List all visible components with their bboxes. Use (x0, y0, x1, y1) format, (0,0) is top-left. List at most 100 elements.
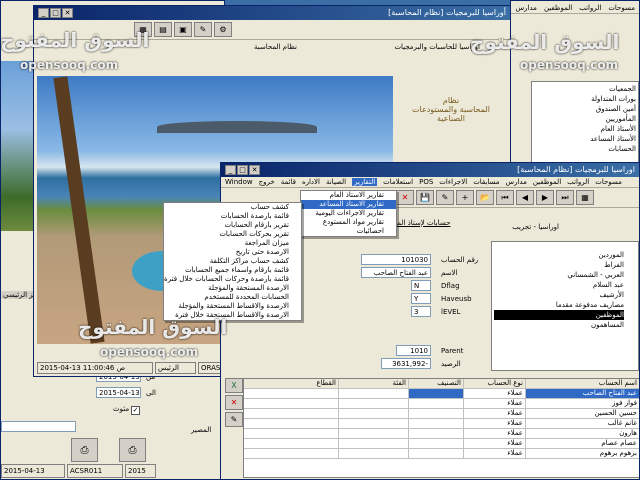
parent-field[interactable]: 1010 (396, 345, 431, 356)
minimize-icon[interactable]: _ (38, 8, 49, 18)
account-name-cell[interactable]: غانم غالب (526, 419, 639, 428)
account-type-cell[interactable]: عملاء (464, 389, 526, 398)
classification-cell[interactable] (409, 389, 464, 398)
account-number-field[interactable]: 101030 (361, 254, 431, 265)
menu-item[interactable]: مدارس (516, 4, 537, 12)
account-name-cell[interactable]: هارون (526, 429, 639, 438)
prev-icon[interactable]: ◀ (516, 190, 534, 205)
edit-row-icon[interactable]: ✎ (225, 412, 243, 427)
tree-item[interactable]: المساهمون (494, 320, 624, 330)
account-type-cell[interactable]: عملاء (464, 409, 526, 418)
name-field[interactable]: عبد الفتاح الصاحب (361, 267, 431, 278)
tree-item[interactable]: الموظفين (494, 310, 624, 320)
accounts-tree[interactable]: الموردين الفراط العربي - الشمساني عبد ال… (491, 241, 639, 371)
minimize-icon[interactable]: _ (225, 165, 236, 175)
category-cell[interactable] (339, 409, 409, 418)
classification-cell[interactable] (409, 429, 464, 438)
submenu-item[interactable]: الارصدة والاقساط المستحقة والمؤجلة (164, 302, 301, 311)
menu-payroll[interactable]: الرواتب (567, 178, 589, 186)
print-button[interactable]: ⎙ (71, 438, 98, 462)
account-name-cell[interactable]: حسين الحسين (526, 409, 639, 418)
tool-icon[interactable]: ⚙ (214, 22, 232, 37)
menu-pos[interactable]: POS (419, 178, 433, 186)
tool-icon[interactable]: ▦ (576, 190, 594, 205)
submenu-item[interactable]: تقرير بارقام الحسابات (164, 221, 301, 230)
menu-maintenance[interactable]: الصيانة (326, 178, 346, 186)
submenu-item[interactable]: الارصدة حتى تاريخ (164, 248, 301, 257)
last-icon[interactable]: ⏭ (556, 190, 574, 205)
haveusb-field[interactable]: Y (411, 293, 431, 304)
account-type-cell[interactable]: عملاء (464, 449, 526, 458)
menu-item-warehouse-reports[interactable]: تقارير مواد المستودع (301, 218, 396, 227)
account-name-cell[interactable]: عبد الفتاح الصاحب (526, 389, 639, 398)
menu-schools[interactable]: مدارس (506, 178, 527, 186)
tree-item[interactable]: عبد السلام (494, 280, 624, 290)
submenu-item[interactable]: قائمة بارقام واسماء جميع الحسابات (164, 266, 301, 275)
table-row[interactable]: عملاء عبد الفتاح الصاحب (244, 389, 639, 399)
account-type-cell[interactable]: عملاء (464, 439, 526, 448)
menu-item-gl-reports[interactable]: تقارير الاستاذ العام (301, 191, 396, 200)
delete-row-icon[interactable]: ✕ (225, 395, 243, 410)
category-cell[interactable] (339, 439, 409, 448)
menu-item[interactable]: الرواتب (579, 4, 601, 12)
text-field[interactable] (1, 421, 76, 432)
list-item[interactable]: المأموريين (534, 114, 636, 124)
menu-item-daily-reports[interactable]: تقارير الاجراءات اليومية (301, 209, 396, 218)
submenu-item[interactable]: قائمة بارصدة الحسابات (164, 212, 301, 221)
list-item[interactable]: بورات المتداولة (534, 94, 636, 104)
accounts-grid[interactable]: القطاع الفئة التصنيف نوع الحساب اسم الحس… (243, 378, 639, 478)
close-icon[interactable]: ✕ (62, 8, 73, 18)
tree-item[interactable]: العربي - الشمساني (494, 270, 624, 280)
menu-item-subledger-reports[interactable]: تقارير الاستاذ المساعد (301, 200, 396, 209)
menu-exit[interactable]: خروج (259, 178, 275, 186)
classification-cell[interactable] (409, 449, 464, 458)
checkbox[interactable]: ✓ (131, 406, 140, 415)
balance-field[interactable]: 3631,992- (381, 358, 431, 369)
account-name-cell[interactable]: برهوم برهوم (526, 449, 639, 458)
table-row[interactable]: عملاء غانم غالب (244, 419, 639, 429)
open-icon[interactable]: 📂 (476, 190, 494, 205)
save-icon[interactable]: 💾 (416, 190, 434, 205)
submenu-item[interactable]: كشف حساب مراكز التكلفة (164, 257, 301, 266)
submenu-item[interactable]: ميزان المراجعة (164, 239, 301, 248)
tree-item[interactable]: الأرشيف (494, 290, 624, 300)
account-type-cell[interactable]: عملاء (464, 399, 526, 408)
submenu-item[interactable]: كشف حساب (164, 203, 301, 212)
level-field[interactable]: 3 (411, 306, 431, 317)
tool-icon[interactable]: ▤ (154, 22, 172, 37)
table-row[interactable]: عملاء هارون (244, 429, 639, 439)
sector-cell[interactable] (244, 389, 339, 398)
tree-item[interactable]: مصاريف مدفوعة مقدما (494, 300, 624, 310)
menu-queries[interactable]: استعلامات (383, 178, 413, 186)
dflag-field[interactable]: N (411, 280, 431, 291)
table-row[interactable]: عملاء عصام عصام (244, 439, 639, 449)
submenu-item[interactable]: قائمة بارصدة وحركات الحسابات خلال فترة (164, 275, 301, 284)
tree-item[interactable]: الفراط (494, 260, 624, 270)
edit-icon[interactable]: ✎ (436, 190, 454, 205)
menu-surveys[interactable]: مسوحات (595, 178, 622, 186)
category-cell[interactable] (339, 429, 409, 438)
submenu-item[interactable]: الحسابات المحددة للمستخدم (164, 293, 301, 302)
classification-cell[interactable] (409, 419, 464, 428)
menu-procedures[interactable]: الاجراءات (439, 178, 467, 186)
submenu-item[interactable]: تقرير بحركات الحسابات (164, 230, 301, 239)
maximize-icon[interactable]: □ (237, 165, 248, 175)
menu-window[interactable]: Window (225, 178, 253, 186)
menu-reports[interactable]: التقارير (352, 178, 378, 186)
menu-contests[interactable]: مسابقات (473, 178, 499, 186)
sector-cell[interactable] (244, 449, 339, 458)
delete-icon[interactable]: ✕ (396, 190, 414, 205)
list-item[interactable]: الحسابات (534, 144, 636, 154)
excel-icon[interactable]: X (225, 378, 243, 393)
list-item[interactable]: الأستاذ العام (534, 124, 636, 134)
menu-item[interactable]: مسوحات (608, 4, 635, 12)
submenu-item[interactable]: الارصدة المستحقة والمؤجلة (164, 284, 301, 293)
account-name-cell[interactable]: فواز فوز (526, 399, 639, 408)
menu-admin[interactable]: الاداره (302, 178, 320, 186)
account-type-cell[interactable]: عملاء (464, 429, 526, 438)
tool-icon[interactable]: ▣ (174, 22, 192, 37)
sector-cell[interactable] (244, 399, 339, 408)
classification-cell[interactable] (409, 409, 464, 418)
account-name-cell[interactable]: عصام عصام (526, 439, 639, 448)
table-row[interactable]: عملاء فواز فوز (244, 399, 639, 409)
